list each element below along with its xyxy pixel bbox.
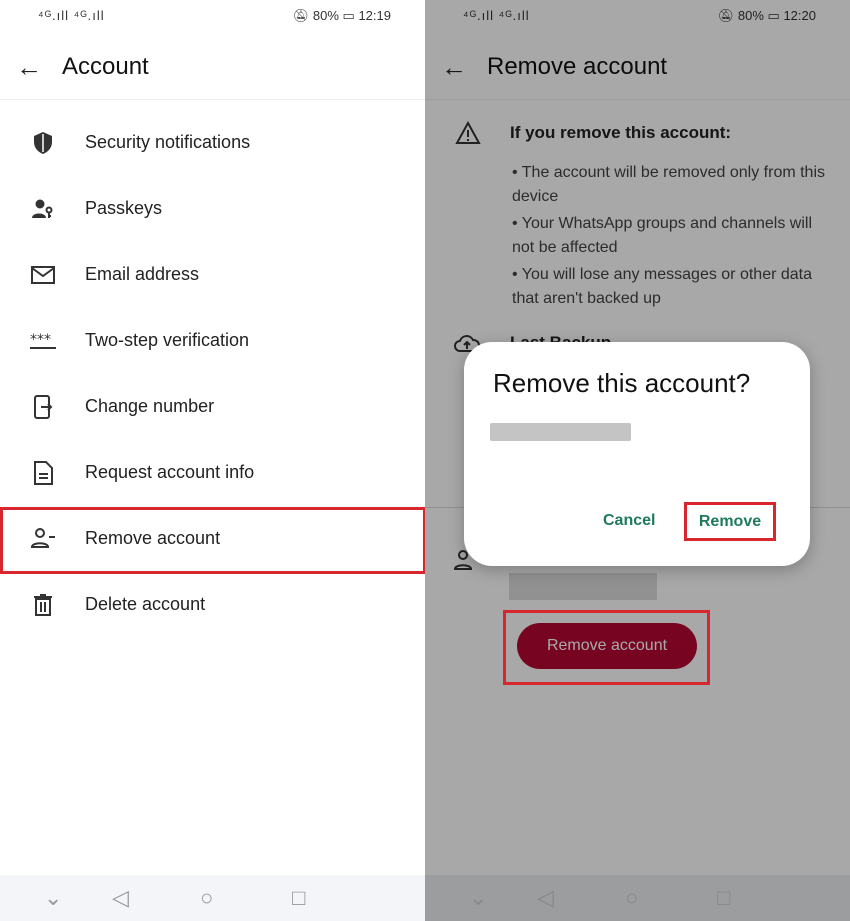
nav-back-icon[interactable]: ◁: [112, 885, 129, 911]
nav-down-icon[interactable]: ⌄: [44, 885, 62, 911]
clock: 12:19: [358, 8, 391, 23]
status-bar: ⁴ᴳ.ıll ⁴ᴳ.ıll 🔕︎ 80% ▭ 12:19: [0, 8, 425, 28]
system-nav-bar: ⌄ ◁ ○ □: [425, 875, 850, 921]
dialog-title: Remove this account?: [493, 368, 751, 398]
highlight-box: [0, 507, 425, 574]
menu-item-label: Email address: [85, 264, 200, 284]
menu-item-delete-account[interactable]: Delete account: [0, 572, 425, 638]
remove-confirm-button[interactable]: Remove: [684, 502, 776, 541]
menu-item-label: Passkeys: [85, 198, 163, 218]
menu-item-two-step-verification[interactable]: *** Two-step verification: [0, 308, 425, 374]
menu-item-label: Change number: [85, 396, 215, 416]
menu-item-label: Security notifications: [85, 132, 251, 152]
trash-icon: [34, 594, 52, 616]
nav-recents-icon[interactable]: □: [717, 885, 730, 911]
mute-icon: 🔕︎: [292, 8, 313, 23]
phone-transfer-icon: [34, 395, 53, 419]
redacted-text: [490, 423, 631, 441]
system-nav-bar: ⌄ ◁ ○ □: [0, 875, 425, 921]
nav-home-icon[interactable]: ○: [200, 885, 213, 911]
nav-down-icon[interactable]: ⌄: [469, 885, 487, 911]
menu-item-label: Request account info: [85, 462, 255, 482]
mail-icon: [31, 266, 55, 284]
svg-text:***: ***: [30, 332, 51, 348]
menu-item-label: Two-step verification: [85, 330, 250, 350]
signal-icons: ⁴ᴳ.ıll ⁴ᴳ.ıll: [38, 8, 105, 23]
cancel-button[interactable]: Cancel: [603, 512, 655, 530]
menu-item-request-account-info[interactable]: Request account info: [0, 440, 425, 506]
battery-percent: 80%: [312, 8, 339, 23]
menu-item-change-number[interactable]: Change number: [0, 374, 425, 440]
person-key-icon: [32, 199, 53, 218]
confirm-dialog: Remove this account? Cancel Remove: [464, 342, 810, 566]
highlight-box: [503, 610, 710, 685]
app-bar: ← Account: [0, 52, 425, 100]
page-title: Account: [62, 53, 149, 80]
asterisks-icon: ***: [30, 332, 56, 349]
battery-icon: ▭: [342, 8, 355, 23]
menu-item-passkeys[interactable]: Passkeys: [0, 176, 425, 242]
shield-icon: [34, 132, 52, 154]
menu-item-email-address[interactable]: Email address: [0, 242, 425, 308]
document-icon: [34, 461, 53, 485]
account-screen: ⁴ᴳ.ıll ⁴ᴳ.ıll 🔕︎ 80% ▭ 12:19 ← Account S…: [0, 0, 425, 921]
nav-back-icon[interactable]: ◁: [537, 885, 554, 911]
back-arrow-icon[interactable]: ←: [16, 52, 42, 83]
menu-item-security-notifications[interactable]: Security notifications: [0, 110, 425, 176]
menu-item-label: Delete account: [85, 594, 206, 614]
nav-home-icon[interactable]: ○: [625, 885, 638, 911]
nav-recents-icon[interactable]: □: [292, 885, 305, 911]
remove-account-screen: ⁴ᴳ.ıll ⁴ᴳ.ıll 🔕︎ 80% ▭ 12:20 ← Remove ac…: [425, 0, 850, 921]
